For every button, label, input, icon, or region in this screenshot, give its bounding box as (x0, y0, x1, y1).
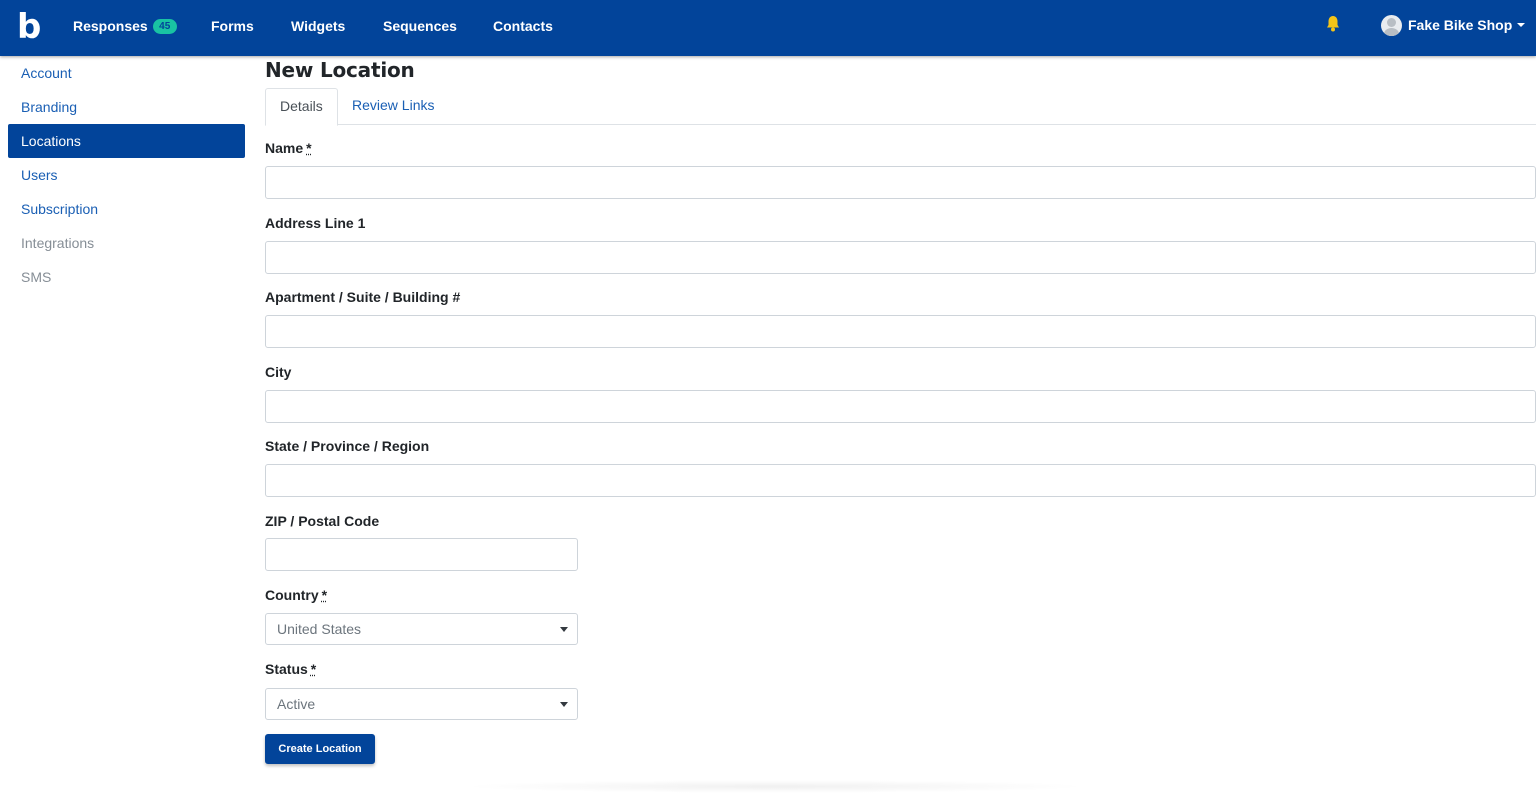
status-label: Status * (265, 660, 316, 678)
nav-item-widgets[interactable]: Widgets (291, 16, 345, 36)
status-select[interactable]: Active (265, 688, 578, 720)
top-navbar: b Responses 45 Forms Widgets Sequences C… (0, 0, 1536, 56)
country-selected-value: United States (277, 621, 362, 637)
user-menu[interactable]: Fake Bike Shop (1381, 13, 1526, 37)
address-line-1-input[interactable] (265, 241, 1536, 274)
sidebar-item-sms[interactable]: SMS (8, 260, 245, 294)
sidebar-item-branding[interactable]: Branding (8, 90, 245, 124)
sidebar-item-locations[interactable]: Locations (8, 124, 245, 158)
create-location-button[interactable]: Create Location (265, 734, 375, 764)
apartment-label: Apartment / Suite / Building # (265, 289, 461, 305)
nav-item-label: Forms (211, 18, 254, 34)
sidebar-item-subscription[interactable]: Subscription (8, 192, 245, 226)
user-avatar-icon (1381, 14, 1402, 36)
tab-details[interactable]: Details (265, 88, 338, 126)
settings-sidebar: Account Branding Locations Users Subscri… (8, 56, 245, 294)
sidebar-item-integrations[interactable]: Integrations (8, 226, 245, 260)
required-marker: * (321, 587, 328, 603)
state-label: State / Province / Region (265, 438, 430, 454)
status-selected-value: Active (277, 696, 316, 712)
zip-input[interactable] (265, 538, 578, 571)
state-input[interactable] (265, 464, 1536, 497)
field-label-text: Country (265, 587, 319, 603)
tab-review-links[interactable]: Review Links (338, 88, 448, 125)
required-marker: * (310, 661, 317, 677)
tab-bar: Details Review Links (265, 88, 1536, 126)
apartment-input[interactable] (265, 315, 1536, 348)
nav-item-responses[interactable]: Responses 45 (73, 16, 177, 36)
sidebar-item-users[interactable]: Users (8, 158, 245, 192)
field-label-text: Status (265, 661, 308, 677)
nav-item-label: Contacts (493, 18, 553, 34)
user-name: Fake Bike Shop (1408, 17, 1513, 33)
page-title: New Location (265, 58, 415, 82)
footer-shadow (460, 780, 1090, 793)
city-input[interactable] (265, 390, 1536, 423)
city-label: City (265, 364, 292, 380)
nav-item-label: Widgets (291, 18, 346, 34)
nav-item-sequences[interactable]: Sequences (383, 16, 457, 36)
bell-icon[interactable] (1325, 15, 1341, 33)
zip-label: ZIP / Postal Code (265, 513, 380, 529)
sidebar-item-account[interactable]: Account (8, 56, 245, 90)
caret-down-icon (560, 702, 568, 707)
address-line-1-label: Address Line 1 (265, 215, 366, 231)
country-select[interactable]: United States (265, 613, 578, 645)
caret-down-icon (560, 627, 568, 632)
nav-item-label: Sequences (383, 18, 457, 34)
country-label: Country * (265, 586, 327, 604)
name-input[interactable] (265, 166, 1536, 199)
name-label: Name * (265, 139, 312, 157)
responses-count-badge: 45 (152, 18, 177, 34)
nav-item-forms[interactable]: Forms (211, 16, 254, 36)
nav-item-label: Responses (73, 18, 148, 34)
required-marker: * (306, 140, 312, 156)
nav-item-contacts[interactable]: Contacts (493, 16, 553, 36)
chevron-down-icon (1517, 23, 1526, 27)
field-label-text: Name (265, 140, 304, 156)
brand-logo[interactable]: b (17, 8, 43, 46)
